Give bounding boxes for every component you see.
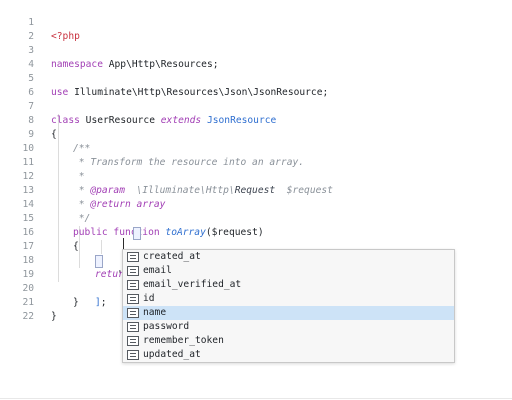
editor-bottom-border bbox=[0, 398, 512, 399]
suggestion-item[interactable]: created_at bbox=[123, 250, 454, 264]
code-editor[interactable]: 1 <?php 2 3 namespace App\Http\Resources… bbox=[0, 0, 512, 400]
bracket-match-highlight bbox=[95, 255, 103, 268]
field-icon bbox=[127, 280, 139, 290]
suggestion-label: email bbox=[143, 265, 172, 276]
suggestion-item-selected[interactable]: name bbox=[123, 306, 454, 320]
suggestion-item[interactable]: email bbox=[123, 264, 454, 278]
code-line[interactable]: 16 { bbox=[0, 212, 512, 252]
suggestion-item[interactable]: remember_token bbox=[123, 334, 454, 348]
code-line[interactable]: 8 { bbox=[0, 100, 512, 140]
suggestion-label: name bbox=[143, 307, 167, 318]
code-line[interactable]: 9 /** bbox=[0, 114, 512, 154]
suggestion-item[interactable]: id bbox=[123, 292, 454, 306]
suggestion-item[interactable]: email_verified_at bbox=[123, 278, 454, 292]
class-close-brace: } bbox=[51, 311, 57, 322]
field-icon bbox=[127, 308, 139, 318]
field-icon bbox=[127, 336, 139, 346]
code-line[interactable]: 5 use Illuminate\Http\Resources\Json\Jso… bbox=[0, 58, 512, 98]
suggestion-label: remember_token bbox=[143, 335, 224, 346]
code-line[interactable]: 15 public function toArray($request) bbox=[0, 198, 512, 238]
code-line[interactable]: 3 namespace App\Http\Resources; bbox=[0, 30, 512, 70]
autocomplete-popup[interactable]: created_at email email_verified_at id na… bbox=[122, 249, 455, 363]
code-line[interactable]: 7 class UserResource extends JsonResourc… bbox=[0, 86, 512, 126]
suggestion-item[interactable]: updated_at bbox=[123, 348, 454, 362]
suggestion-item[interactable]: password bbox=[123, 320, 454, 334]
code-line[interactable]: 13 * @return array bbox=[0, 170, 512, 210]
bracket-match-highlight bbox=[133, 227, 141, 240]
suggestion-label: id bbox=[143, 293, 155, 304]
code-line[interactable]: 4 bbox=[0, 44, 512, 70]
suggestion-label: password bbox=[143, 321, 190, 332]
code-line[interactable]: 10 * Transform the resource into an arra… bbox=[0, 128, 512, 168]
code-line[interactable]: 6 bbox=[0, 72, 512, 98]
field-icon bbox=[127, 350, 139, 360]
code-line[interactable]: 11 * bbox=[0, 142, 512, 182]
field-icon bbox=[127, 322, 139, 332]
line-number: 22 bbox=[22, 311, 34, 322]
code-line[interactable]: 2 bbox=[0, 16, 512, 42]
suggestion-label: created_at bbox=[143, 251, 201, 262]
field-icon bbox=[127, 252, 139, 262]
suggestion-label: updated_at bbox=[143, 349, 201, 360]
code-line[interactable]: 12 * @param \Illuminate\Http\Request $re… bbox=[0, 156, 512, 196]
field-icon bbox=[127, 294, 139, 304]
field-icon bbox=[127, 266, 139, 276]
code-line[interactable]: 14 */ bbox=[0, 184, 512, 224]
suggestion-label: email_verified_at bbox=[143, 279, 242, 290]
code-line[interactable]: 17 return [ bbox=[0, 226, 512, 280]
code-line[interactable]: 1 <?php bbox=[0, 2, 512, 42]
